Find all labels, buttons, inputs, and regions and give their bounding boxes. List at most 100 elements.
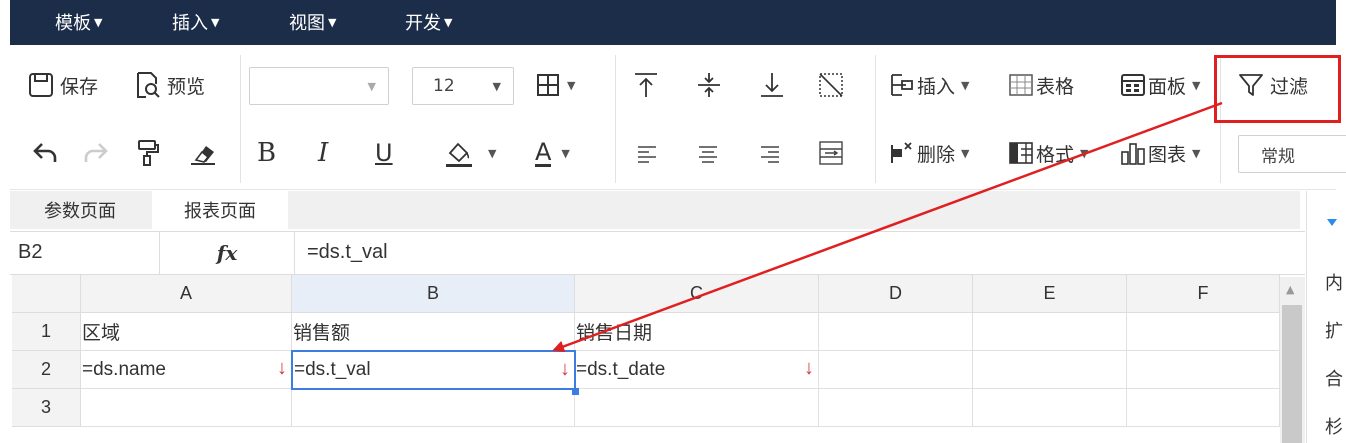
fx-icon[interactable]: fx <box>160 232 295 274</box>
cell-f2[interactable] <box>1127 351 1280 389</box>
caret-down-icon: ▼ <box>1080 146 1089 160</box>
tab-report-label: 报表页面 <box>184 201 256 222</box>
menu-insert[interactable]: 插入 ▼ <box>172 9 219 35</box>
align-left-button[interactable] <box>635 133 659 173</box>
menu-template[interactable]: 模板 ▼ <box>55 9 102 35</box>
wrap-text-icon <box>819 141 843 165</box>
fill-color-button[interactable]: ▼ <box>444 133 496 173</box>
cell-c2-text: =ds.t_date <box>576 358 666 380</box>
table-button[interactable]: 表格 <box>1008 65 1074 105</box>
cell-b2[interactable]: =ds.t_val ↓ <box>291 350 576 390</box>
caret-down-icon: ▼ <box>367 79 376 93</box>
cell-d1[interactable] <box>819 313 973 351</box>
cell-f1[interactable] <box>1127 313 1280 351</box>
cell-b3[interactable] <box>292 389 575 427</box>
cell-d3[interactable] <box>819 389 973 427</box>
cell-a3[interactable] <box>81 389 292 427</box>
menu-view[interactable]: 视图 ▼ <box>289 9 336 35</box>
insert-button[interactable]: 插入 ▼ <box>889 65 969 105</box>
redo-button[interactable] <box>83 133 109 173</box>
expand-down-icon: ↓ <box>277 357 287 379</box>
table-icon <box>1009 74 1033 96</box>
cell-a2[interactable]: =ds.name ↓ <box>81 351 292 389</box>
column-header-c[interactable]: C <box>575 275 819 313</box>
align-right-button[interactable] <box>758 133 782 173</box>
number-format-select[interactable]: 常规 <box>1238 135 1346 173</box>
caret-down-icon: ▼ <box>961 146 970 160</box>
align-middle-icon <box>698 73 720 97</box>
align-middle-button[interactable] <box>696 65 722 105</box>
cell-a1-text: 区域 <box>82 323 121 344</box>
panel-button[interactable]: 面板 ▼ <box>1120 65 1200 105</box>
format-button[interactable]: 格式 ▼ <box>1008 133 1088 173</box>
tab-parameter-label: 参数页面 <box>44 201 116 222</box>
row-header-2[interactable]: 2 <box>12 351 81 389</box>
save-button[interactable]: 保存 <box>28 65 98 105</box>
cell-a1[interactable]: 区域 <box>81 313 292 351</box>
cell-b1[interactable]: 销售额 <box>292 313 575 351</box>
align-bottom-button[interactable] <box>759 65 785 105</box>
chart-label: 图表 <box>1148 143 1187 166</box>
panel-item-2[interactable]: 扩 <box>1325 317 1343 343</box>
tab-parameter-page[interactable]: 参数页面 <box>10 191 150 229</box>
cell-e1[interactable] <box>973 313 1127 351</box>
row-header-1[interactable]: 1 <box>12 313 81 351</box>
column-header-d[interactable]: D <box>819 275 973 313</box>
menu-develop-label: 开发 <box>405 13 441 34</box>
fill-handle[interactable] <box>572 388 579 395</box>
preview-button[interactable]: 预览 <box>135 65 205 105</box>
cell-e2[interactable] <box>973 351 1127 389</box>
column-header-e[interactable]: E <box>973 275 1127 313</box>
cell-c3[interactable] <box>575 389 819 427</box>
caret-down-icon: ▼ <box>567 78 576 92</box>
menu-develop[interactable]: 开发 ▼ <box>405 9 452 35</box>
column-header-f[interactable]: F <box>1127 275 1280 313</box>
align-top-icon <box>635 73 657 97</box>
cell-d2[interactable] <box>819 351 973 389</box>
caret-down-icon: ▼ <box>561 146 570 160</box>
number-format-value: 常规 <box>1261 146 1295 167</box>
clear-button[interactable] <box>188 133 218 173</box>
panel-item-1[interactable]: 内 <box>1325 269 1343 295</box>
delete-button[interactable]: 删除 ▼ <box>889 133 969 173</box>
row-header-3[interactable]: 3 <box>12 389 81 427</box>
undo-button[interactable] <box>32 133 58 173</box>
formula-input[interactable]: =ds.t_val <box>307 241 388 264</box>
scrollbar-thumb[interactable] <box>1282 305 1302 443</box>
align-center-button[interactable] <box>696 133 720 173</box>
save-label: 保存 <box>60 75 99 98</box>
cell-f3[interactable] <box>1127 389 1280 427</box>
cell-e3[interactable] <box>973 389 1127 427</box>
tab-report-page[interactable]: 报表页面 <box>152 191 288 229</box>
border-grid-icon <box>537 74 559 96</box>
cell-c1[interactable]: 销售日期 <box>575 313 819 351</box>
panel-collapse-icon[interactable] <box>1327 219 1337 226</box>
panel-item-3[interactable]: 合 <box>1325 365 1343 391</box>
align-top-button[interactable] <box>633 65 659 105</box>
cell-reference[interactable]: B2 <box>10 232 160 274</box>
cell-c2[interactable]: =ds.t_date ↓ <box>575 351 819 389</box>
border-button[interactable]: ▼ <box>535 65 575 105</box>
italic-button[interactable]: I <box>318 133 328 173</box>
filter-highlight-box <box>1214 55 1341 123</box>
column-header-b[interactable]: B <box>292 275 575 313</box>
font-family-select[interactable]: ▼ <box>249 67 389 105</box>
corner-cell[interactable] <box>12 275 81 313</box>
align-right-icon <box>761 146 779 163</box>
vertical-scrollbar[interactable]: ▲ <box>1280 277 1305 443</box>
underline-button[interactable]: U <box>375 133 393 173</box>
wrap-text-button[interactable] <box>818 133 844 173</box>
menu-template-label: 模板 <box>55 13 91 34</box>
chart-button[interactable]: 图表 ▼ <box>1120 133 1200 173</box>
font-color-button[interactable]: A ▼ <box>535 133 570 173</box>
scroll-up-icon[interactable]: ▲ <box>1286 283 1294 296</box>
panel-item-4[interactable]: 杉 <box>1325 413 1343 439</box>
column-header-a[interactable]: A <box>81 275 292 313</box>
preview-icon <box>137 72 160 98</box>
bold-button[interactable]: B <box>257 133 276 173</box>
font-size-select[interactable]: 12 ▼ <box>412 67 514 105</box>
format-painter-button[interactable] <box>135 133 161 173</box>
panel-label: 面板 <box>1148 75 1187 98</box>
expand-down-icon: ↓ <box>804 357 814 379</box>
diagonal-border-button[interactable] <box>817 65 845 105</box>
